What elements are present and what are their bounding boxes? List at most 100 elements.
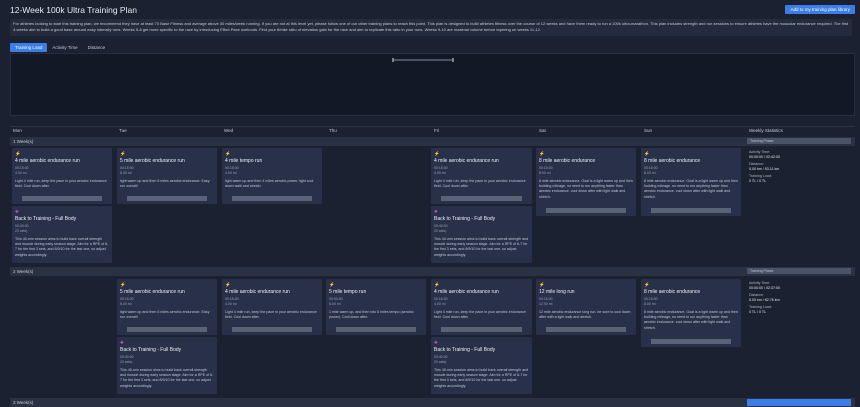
workout-card[interactable]: ⚡ 4 mile aerobic endurance run 00:15:00 … xyxy=(431,279,532,335)
workout-name: 5 mile aerobic endurance run xyxy=(120,158,185,164)
workout-card[interactable]: ⚡ 5 mile tempo run 00:00:00 5.00 mi 1 mi… xyxy=(326,279,426,335)
workout-name: Back to Training - Full Body xyxy=(120,347,182,353)
workout-card[interactable]: ⚡ 5 mile aerobic endurance run 00:15:00 … xyxy=(117,279,217,335)
workout-name: 8 mile aerobic endurance xyxy=(644,289,701,295)
training-load-value: 0 TL / 0 TL xyxy=(749,179,767,183)
workout-card[interactable]: ✚ Back to Training - Full Body 00:40:00 … xyxy=(431,337,532,394)
workout-distance: 8.00 mi xyxy=(539,171,551,175)
day-header-thu: Thu xyxy=(329,128,337,133)
workout-description: This 40-min session aims to build back o… xyxy=(15,237,109,257)
workout-description: Light 4 mile run, keep the pace in your … xyxy=(225,310,317,320)
workout-action-button[interactable] xyxy=(651,208,731,213)
week-action-button[interactable] xyxy=(747,399,851,406)
run-bolt-icon: ⚡ xyxy=(539,151,545,156)
weekly-stats: Activity Time: 00:00:00 / 02:37:00 Dista… xyxy=(749,281,853,315)
workout-name: Back to Training - Full Body xyxy=(15,216,77,222)
workout-distance: 4.00 mi xyxy=(434,171,446,175)
workout-action-button[interactable] xyxy=(22,196,102,201)
workout-description: 12 mile aerobic endurance long run. be s… xyxy=(539,310,631,320)
workout-name: Back to Training - Full Body xyxy=(434,216,496,222)
strength-cross-icon: ✚ xyxy=(434,209,438,214)
workout-card[interactable]: ✚ Back to Training - Full Body 00:40:00 … xyxy=(12,206,112,263)
activity-time-value: 00:00:00 / 02:42:00 xyxy=(749,155,780,159)
training-phase-select[interactable]: Training Phase xyxy=(747,268,851,274)
workout-action-button[interactable] xyxy=(127,196,207,201)
run-bolt-icon: ⚡ xyxy=(225,151,231,156)
workout-sets: 20 sets) xyxy=(15,229,28,233)
run-bolt-icon: ⚡ xyxy=(434,151,440,156)
tab-activity-time[interactable]: Activity Time xyxy=(47,43,82,52)
workout-name: 4 mile aerobic endurance run xyxy=(434,158,499,164)
chart-range-slider[interactable] xyxy=(392,58,454,62)
workout-action-button[interactable] xyxy=(232,196,312,201)
day-header-sun: Sun xyxy=(644,128,653,133)
workout-name: 8 mile aerobic endurance xyxy=(644,158,701,164)
day-header-mon: Mon xyxy=(13,128,22,133)
workout-card[interactable]: ⚡ 8 mile aerobic endurance 00:15:00 8.00… xyxy=(536,148,636,216)
workout-card[interactable]: ⚡ 4 mile aerobic endurance run 00:15:00 … xyxy=(431,148,532,204)
workout-description: Light 4 mile run, keep the pace in your … xyxy=(434,179,526,189)
tab-distance[interactable]: Distance xyxy=(83,43,111,52)
training-phase-select[interactable]: Training Phase xyxy=(747,138,851,144)
workout-card[interactable]: ✚ Back to Training - Full Body 00:40:00 … xyxy=(117,337,217,394)
workout-name: 8 mile aerobic endurance xyxy=(539,158,596,164)
add-to-library-button[interactable]: Add to my training plan library xyxy=(785,5,855,14)
distance-value: 0.00 km / 62.76 km xyxy=(749,298,780,302)
workout-distance: 5.00 mi xyxy=(329,302,341,306)
workout-action-button[interactable] xyxy=(232,327,312,332)
workout-card[interactable]: ⚡ 8 mile aerobic endurance 00:15:00 8.00… xyxy=(641,148,741,216)
run-bolt-icon: ⚡ xyxy=(644,282,650,287)
workout-name: 12 mile long run xyxy=(539,289,575,295)
workout-card[interactable]: ✚ Back to Training - Full Body 00:40:00 … xyxy=(431,206,532,263)
workout-description: 8 mile aerobic endurance. Goal is a ligh… xyxy=(539,179,633,199)
workout-description: 8 mile aerobic endurance. Goal is a ligh… xyxy=(644,179,738,199)
strength-cross-icon: ✚ xyxy=(15,209,19,214)
week-header: 3 Week(s) xyxy=(10,398,855,407)
workout-card[interactable]: ⚡ 5 mile aerobic endurance run 00:15:00 … xyxy=(117,148,217,204)
workout-action-button[interactable] xyxy=(441,196,522,201)
workout-action-button[interactable] xyxy=(546,208,626,213)
workout-action-button[interactable] xyxy=(127,327,207,332)
workout-card[interactable]: ⚡ 12 mile long run 00:15:00 12.00 mi 12 … xyxy=(536,279,636,335)
workout-distance: 12.00 mi xyxy=(539,302,553,306)
workout-description: 1 mile warm up, and then into 5 miles te… xyxy=(329,310,414,320)
page-header: 12-Week 100k Ultra Training Plan Add to … xyxy=(10,5,855,17)
run-bolt-icon: ⚡ xyxy=(120,151,126,156)
week-label: 1 Week(s) xyxy=(13,139,34,144)
workout-card[interactable]: ⚡ 4 mile aerobic endurance run 00:15:00 … xyxy=(222,279,322,335)
workout-name: 4 mile aerobic endurance run xyxy=(15,158,80,164)
workout-action-button[interactable] xyxy=(546,327,626,332)
training-chart xyxy=(10,53,855,116)
workout-name: 5 mile aerobic endurance run xyxy=(120,289,185,295)
run-bolt-icon: ⚡ xyxy=(225,282,231,287)
week-header: 1 Week(s) Training Phase xyxy=(10,137,855,146)
activity-time-value: 00:00:00 / 02:37:00 xyxy=(749,286,780,290)
day-header-tue: Tue xyxy=(119,128,127,133)
workout-distance: 4.00 mi xyxy=(225,302,237,306)
workout-description: light warm up and then 5 miles aerobic e… xyxy=(120,310,210,320)
workout-name: 5 mile tempo run xyxy=(329,289,367,295)
workout-description: light warm up and then 4 miles aerobic p… xyxy=(225,179,314,189)
workout-distance: 8.00 mi xyxy=(644,302,656,306)
week-label: 3 Week(s) xyxy=(13,400,34,405)
workout-name: Back to Training - Full Body xyxy=(434,347,496,353)
weekly-stats: Activity Time: 00:00:00 / 02:42:00 Dista… xyxy=(749,150,853,184)
run-bolt-icon: ⚡ xyxy=(644,151,650,156)
workout-card[interactable]: ⚡ 4 mile tempo run 00:15:00 4.00 mi ligh… xyxy=(222,148,322,204)
workout-distance: 4.00 mi xyxy=(15,171,27,175)
workout-distance: 5.00 mi xyxy=(120,302,132,306)
day-header-weekly-stats: Weekly Statistics xyxy=(749,128,783,133)
workout-action-button[interactable] xyxy=(336,327,416,332)
workout-distance: 4.00 mi xyxy=(434,302,446,306)
run-bolt-icon: ⚡ xyxy=(120,282,126,287)
tab-training-load[interactable]: Training Load xyxy=(10,43,48,52)
training-load-value: 0 TL / 0 TL xyxy=(749,310,767,314)
workout-action-button[interactable] xyxy=(441,327,522,332)
workout-card[interactable]: ⚡ 8 mile aerobic endurance 00:15:00 8.00… xyxy=(641,279,741,347)
week-label: 2 Week(s) xyxy=(13,269,34,274)
workout-name: 4 mile tempo run xyxy=(225,158,263,164)
workout-action-button[interactable] xyxy=(651,339,731,344)
workout-card[interactable]: ⚡ 4 mile aerobic endurance run 00:15:00 … xyxy=(12,148,112,204)
workout-description: This 45-min session aims to build back o… xyxy=(120,368,214,388)
day-header-row: Mon Tue Wed Thu Fri Sat Sun Weekly Stati… xyxy=(10,126,855,134)
